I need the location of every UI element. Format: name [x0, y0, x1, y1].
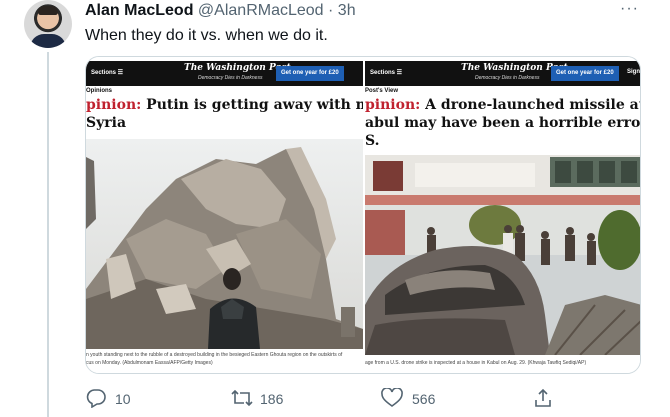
photo-caption-line1: n youth standing next to the rubble of a…: [86, 352, 343, 358]
wp-tagline: Democracy Dies in Darkness: [475, 75, 540, 81]
burned-car-photo: [365, 155, 640, 355]
tweet: Alan MacLeod @AlanRMacLeod · 3h ··· When…: [0, 0, 670, 417]
avatar[interactable]: [24, 0, 72, 48]
sections-menu: Sections ☰: [370, 70, 403, 76]
wp-header-bar: Sections ☰ The Washington Post Democracy…: [86, 61, 363, 86]
tweet-time[interactable]: 3h: [338, 2, 356, 19]
retweet-icon: [231, 389, 253, 407]
heart-icon: [381, 388, 403, 407]
sections-menu: Sections ☰: [91, 70, 124, 76]
tweet-text: When they do it vs. when we do it.: [85, 27, 328, 44]
media-image-left[interactable]: Sections ☰ The Washington Post Democracy…: [86, 57, 363, 373]
reply-icon: [86, 389, 106, 408]
article-headline: pinion: A drone-launched missile attack …: [365, 97, 640, 114]
retweet-count: 186: [260, 391, 284, 407]
avatar-shirt: [30, 34, 66, 48]
wp-header-bar: Sections ☰ The Washington Post Democracy…: [365, 61, 640, 86]
thread-line: [47, 52, 49, 417]
separator-dot: ·: [328, 2, 334, 19]
photo-caption-line2: cus on Monday. (Abdulmonam Eassa/AFP/Get…: [86, 360, 213, 366]
subscribe-button: Get one year for £20: [551, 66, 619, 81]
tweet-media[interactable]: Sections ☰ The Washington Post Democracy…: [85, 56, 641, 374]
headline-line1: Putin is getting away with murder: [146, 97, 363, 113]
media-image-right[interactable]: Sections ☰ The Washington Post Democracy…: [365, 57, 641, 373]
like-count: 566: [412, 391, 436, 407]
reply-count: 10: [115, 391, 131, 407]
author-name[interactable]: Alan MacLeod: [85, 2, 193, 19]
rubble-photo: [86, 139, 363, 349]
headline-line2: abul may have been a horrible error by t…: [365, 115, 641, 131]
headline-line1: A drone-launched missile attack in: [425, 97, 640, 113]
more-icon[interactable]: ···: [620, 0, 639, 18]
sign-in-link: Sign: [627, 69, 640, 75]
photo-caption: age from a U.S. drone strike is inspecte…: [365, 360, 587, 366]
author-handle[interactable]: @AlanRMacLeod: [198, 2, 324, 19]
avatar-hair: [38, 6, 58, 15]
wp-tagline: Democracy Dies in Darkness: [198, 75, 263, 81]
headline-prefix: pinion:: [365, 97, 421, 113]
headline-line3: S.: [365, 133, 380, 149]
wp-logo: The Washington Post: [184, 63, 291, 73]
article-headline: pinion: Putin is getting away with murde…: [86, 97, 363, 114]
headline-line2: Syria: [86, 115, 127, 131]
subscribe-button: Get one year for £20: [276, 66, 344, 81]
article-kicker: Opinions: [86, 88, 112, 94]
share-icon: [535, 388, 551, 407]
tweet-header: Alan MacLeod @AlanRMacLeod · 3h: [85, 2, 356, 20]
headline-prefix: pinion:: [86, 97, 142, 113]
article-kicker: Post's View: [365, 88, 398, 94]
